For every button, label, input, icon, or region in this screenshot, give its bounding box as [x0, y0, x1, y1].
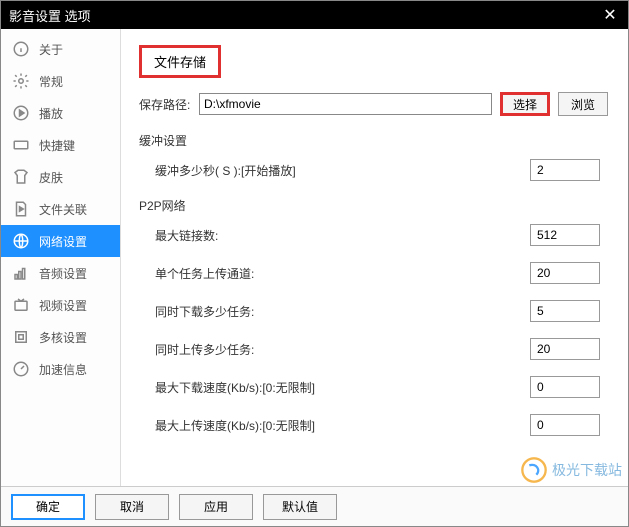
single-upload-label: 单个任务上传通道:: [155, 265, 254, 282]
sidebar: 关于 常规 播放 快捷键 皮肤 文件关联: [1, 29, 121, 486]
sidebar-item-playback[interactable]: 播放: [1, 97, 120, 129]
p2p-section-title: P2P网络: [139, 197, 608, 214]
sidebar-item-general[interactable]: 常规: [1, 65, 120, 97]
buffer-input[interactable]: [530, 159, 600, 181]
shirt-icon: [11, 167, 31, 187]
sidebar-item-label: 文件关联: [39, 201, 87, 218]
default-button[interactable]: 默认值: [263, 494, 337, 520]
sidebar-item-file-assoc[interactable]: 文件关联: [1, 193, 120, 225]
globe-icon: [11, 231, 31, 251]
concurrent-ul-label: 同时上传多少任务:: [155, 341, 254, 358]
sidebar-item-accel[interactable]: 加速信息: [1, 353, 120, 385]
sidebar-item-label: 视频设置: [39, 297, 87, 314]
sidebar-item-video[interactable]: 视频设置: [1, 289, 120, 321]
window-body: 关于 常规 播放 快捷键 皮肤 文件关联: [1, 29, 628, 486]
close-icon[interactable]: ✕: [600, 5, 620, 25]
max-ul-speed-label: 最大上传速度(Kb/s):[0:无限制]: [155, 417, 315, 434]
max-dl-speed-label: 最大下载速度(Kb/s):[0:无限制]: [155, 379, 315, 396]
sidebar-item-label: 快捷键: [39, 137, 75, 154]
watermark: 极光下载站: [520, 456, 622, 484]
watermark-text: 极光下载站: [552, 460, 622, 480]
max-ul-speed-input[interactable]: [530, 414, 600, 436]
sidebar-item-label: 关于: [39, 41, 63, 58]
buffer-row: 缓冲多少秒( S ):[开始播放]: [155, 159, 608, 181]
max-conn-label: 最大链接数:: [155, 227, 218, 244]
max-conn-row: 最大链接数:: [155, 224, 608, 246]
concurrent-dl-input[interactable]: [530, 300, 600, 322]
single-upload-input[interactable]: [530, 262, 600, 284]
select-button[interactable]: 选择: [500, 92, 550, 116]
speed-icon: [11, 359, 31, 379]
sidebar-item-label: 加速信息: [39, 361, 87, 378]
window-title: 影音设置 选项: [9, 6, 91, 25]
content-panel: 文件存储 保存路径: 选择 浏览 缓冲设置 缓冲多少秒( S ):[开始播放] …: [121, 29, 628, 486]
info-icon: [11, 39, 31, 59]
sidebar-item-hotkey[interactable]: 快捷键: [1, 129, 120, 161]
play-icon: [11, 103, 31, 123]
single-upload-row: 单个任务上传通道:: [155, 262, 608, 284]
save-path-row: 保存路径: 选择 浏览: [139, 92, 608, 116]
buffer-label: 缓冲多少秒( S ):[开始播放]: [155, 162, 296, 179]
sidebar-item-audio[interactable]: 音频设置: [1, 257, 120, 289]
audio-icon: [11, 263, 31, 283]
file-storage-header: 文件存储: [139, 45, 221, 78]
sidebar-item-skin[interactable]: 皮肤: [1, 161, 120, 193]
keyboard-icon: [11, 135, 31, 155]
sidebar-item-label: 音频设置: [39, 265, 87, 282]
footer: 确定 取消 应用 默认值: [1, 486, 628, 526]
sidebar-item-label: 皮肤: [39, 169, 63, 186]
concurrent-ul-input[interactable]: [530, 338, 600, 360]
file-icon: [11, 199, 31, 219]
cpu-icon: [11, 327, 31, 347]
cancel-button[interactable]: 取消: [95, 494, 169, 520]
concurrent-dl-row: 同时下载多少任务:: [155, 300, 608, 322]
titlebar: 影音设置 选项 ✕: [1, 1, 628, 29]
max-ul-speed-row: 最大上传速度(Kb/s):[0:无限制]: [155, 414, 608, 436]
sidebar-item-label: 常规: [39, 73, 63, 90]
apply-button[interactable]: 应用: [179, 494, 253, 520]
sidebar-item-label: 播放: [39, 105, 63, 122]
sidebar-item-multicore[interactable]: 多核设置: [1, 321, 120, 353]
sidebar-item-network[interactable]: 网络设置: [1, 225, 120, 257]
sidebar-item-label: 多核设置: [39, 329, 87, 346]
ok-button[interactable]: 确定: [11, 494, 85, 520]
max-conn-input[interactable]: [530, 224, 600, 246]
sidebar-item-label: 网络设置: [39, 233, 87, 250]
tv-icon: [11, 295, 31, 315]
concurrent-dl-label: 同时下载多少任务:: [155, 303, 254, 320]
concurrent-ul-row: 同时上传多少任务:: [155, 338, 608, 360]
browse-button[interactable]: 浏览: [558, 92, 608, 116]
max-dl-speed-input[interactable]: [530, 376, 600, 398]
buffer-section-title: 缓冲设置: [139, 132, 608, 149]
gear-icon: [11, 71, 31, 91]
settings-window: 影音设置 选项 ✕ 关于 常规 播放 快捷键 皮肤: [0, 0, 629, 527]
save-path-input[interactable]: [199, 93, 492, 115]
sidebar-item-about[interactable]: 关于: [1, 33, 120, 65]
save-path-label: 保存路径:: [139, 96, 199, 113]
max-dl-speed-row: 最大下载速度(Kb/s):[0:无限制]: [155, 376, 608, 398]
